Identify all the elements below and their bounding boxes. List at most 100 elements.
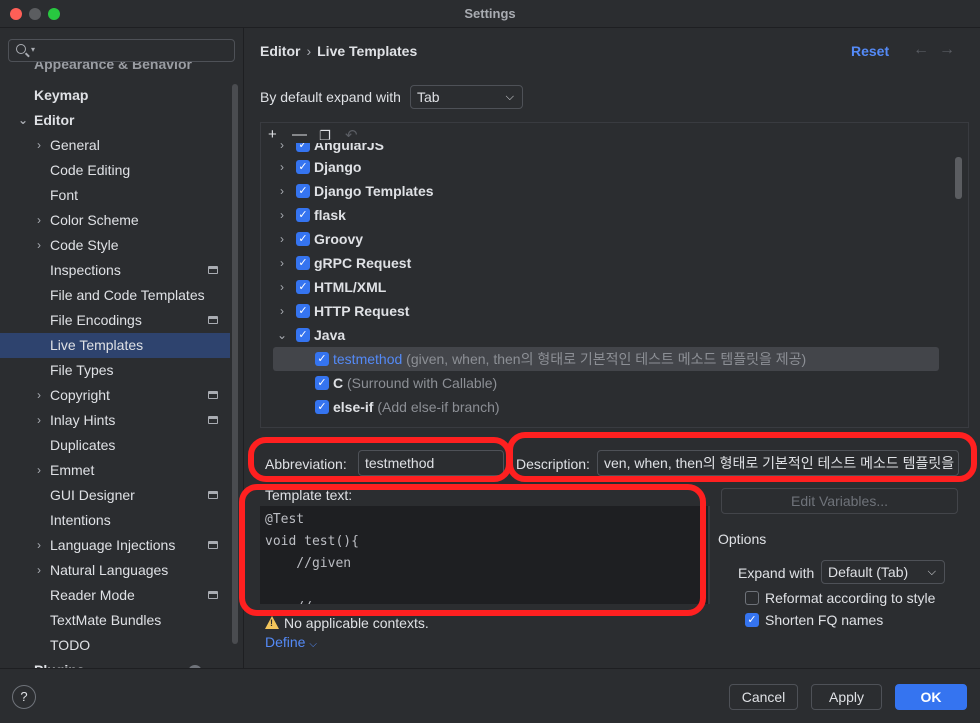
live-templates-panel: Editor › Live Templates Reset ←→ By defaul… (239, 28, 980, 668)
remove-icon[interactable]: — (292, 126, 307, 143)
sidebar-item-label: Editor (34, 112, 75, 128)
sidebar-item-todo[interactable]: TODO (0, 633, 230, 658)
sidebar-item-keymap[interactable]: Keymap (0, 83, 230, 108)
template-group-django-templates[interactable]: › ✓ Django Templates (261, 179, 941, 203)
sidebar-item-live-templates[interactable]: Live Templates (0, 333, 230, 358)
sidebar-scrollbar[interactable] (232, 84, 238, 644)
sidebar-item-label: Color Scheme (50, 212, 139, 228)
chevron-right-icon[interactable]: › (275, 299, 289, 323)
apply-button[interactable]: Apply (811, 684, 882, 710)
template-group-checkbox[interactable]: ✓ (296, 160, 310, 174)
chevron-right-icon[interactable]: › (32, 408, 46, 433)
template-group-grpc-request[interactable]: › ✓ gRPC Request (261, 251, 941, 275)
define-context-link[interactable]: Define ⌵ (265, 634, 317, 650)
template-item-testmethod[interactable]: ✓ testmethod (given, when, then의 형태로 기본적인… (273, 347, 939, 371)
settings-search-input[interactable]: ▾ (8, 39, 235, 62)
reformat-checkbox[interactable] (745, 591, 759, 605)
sidebar-item-intentions[interactable]: Intentions (0, 508, 230, 533)
search-options-icon[interactable]: ▾ (31, 45, 35, 54)
template-item-checkbox[interactable]: ✓ (315, 376, 329, 390)
sidebar-item-file-and-code-templates[interactable]: File and Code Templates (0, 283, 230, 308)
template-group-checkbox[interactable]: ✓ (296, 184, 310, 198)
template-abbreviation: testmethod (333, 351, 403, 367)
chevron-right-icon[interactable]: › (275, 251, 289, 275)
sidebar-item-editor[interactable]: ⌄ Editor (0, 108, 230, 133)
template-group-checkbox[interactable]: ✓ (296, 328, 310, 342)
sidebar-item-color-scheme[interactable]: › Color Scheme (0, 208, 230, 233)
chevron-right-icon[interactable]: › (275, 179, 289, 203)
chevron-right-icon[interactable]: › (32, 208, 46, 233)
editor-scrollbar[interactable] (708, 506, 710, 604)
restore-icon[interactable]: ↶ (345, 126, 358, 144)
help-button[interactable]: ? (12, 685, 36, 709)
edit-variables-button[interactable]: Edit Variables... (721, 488, 958, 514)
template-group-checkbox[interactable]: ✓ (296, 232, 310, 246)
chevron-right-icon[interactable]: › (32, 383, 46, 408)
template-item-c[interactable]: ✓ C (Surround with Callable) (261, 371, 941, 395)
template-group-html-xml[interactable]: › ✓ HTML/XML (261, 275, 941, 299)
chevron-right-icon[interactable]: › (275, 155, 289, 179)
template-group-checkbox[interactable]: ✓ (296, 280, 310, 294)
copy-icon[interactable]: ❐ (319, 128, 331, 144)
template-group-flask[interactable]: › ✓ flask (261, 203, 941, 227)
templates-scrollbar[interactable] (955, 157, 962, 199)
template-group-checkbox[interactable]: ✓ (296, 143, 310, 152)
template-group-checkbox[interactable]: ✓ (296, 208, 310, 222)
sidebar-item-duplicates[interactable]: Duplicates (0, 433, 230, 458)
template-group-checkbox[interactable]: ✓ (296, 256, 310, 270)
chevron-right-icon[interactable]: › (32, 133, 46, 158)
ok-button[interactable]: OK (895, 684, 967, 710)
sidebar-item-reader-mode[interactable]: Reader Mode (0, 583, 230, 608)
template-abbreviation: C (333, 375, 344, 391)
cancel-button[interactable]: Cancel (729, 684, 798, 710)
template-item-checkbox[interactable]: ✓ (315, 400, 329, 414)
sidebar-item-appearance-behavior[interactable]: Appearance & Behavior (0, 62, 230, 76)
expand-default-select[interactable]: Tab ⌵ (410, 85, 523, 109)
sidebar-item-natural-languages[interactable]: › Natural Languages (0, 558, 230, 583)
back-arrow-icon[interactable]: ← (913, 41, 939, 58)
template-item-else-if[interactable]: ✓ else-if (Add else-if branch) (261, 395, 941, 419)
template-group-name: flask (314, 207, 346, 223)
chevron-right-icon[interactable]: › (275, 275, 289, 299)
template-group-http-request[interactable]: › ✓ HTTP Request (261, 299, 941, 323)
sidebar-item-emmet[interactable]: › Emmet (0, 458, 230, 483)
sidebar-item-code-editing[interactable]: Code Editing (0, 158, 230, 183)
sidebar-item-inlay-hints[interactable]: › Inlay Hints (0, 408, 230, 433)
sidebar-item-textmate-bundles[interactable]: TextMate Bundles (0, 608, 230, 633)
project-scope-icon (208, 491, 218, 499)
add-icon[interactable]: + (268, 126, 277, 143)
sidebar-item-general[interactable]: › General (0, 133, 230, 158)
expand-default-value: Tab (417, 89, 440, 105)
chevron-down-icon[interactable]: ⌄ (16, 108, 30, 133)
sidebar-item-language-injections[interactable]: › Language Injections (0, 533, 230, 558)
reset-button[interactable]: Reset (851, 43, 889, 59)
sidebar-item-gui-designer[interactable]: GUI Designer (0, 483, 230, 508)
shorten-fq-checkbox[interactable]: ✓ (745, 613, 759, 627)
template-group-groovy[interactable]: › ✓ Groovy (261, 227, 941, 251)
chevron-right-icon[interactable]: › (32, 458, 46, 483)
template-group-java[interactable]: ⌄ ✓ Java (261, 323, 941, 347)
template-group-django[interactable]: › ✓ Django (261, 155, 941, 179)
sidebar-item-copyright[interactable]: › Copyright (0, 383, 230, 408)
chevron-right-icon[interactable]: › (32, 233, 46, 258)
forward-arrow-icon[interactable]: → (939, 41, 965, 58)
sidebar-item-code-style[interactable]: › Code Style (0, 233, 230, 258)
define-label: Define (265, 634, 306, 650)
project-scope-icon (208, 316, 218, 324)
chevron-right-icon[interactable]: › (275, 227, 289, 251)
sidebar-item-file-encodings[interactable]: File Encodings (0, 308, 230, 333)
breadcrumb-parent[interactable]: Editor (260, 43, 300, 59)
sidebar-item-label: TextMate Bundles (50, 612, 162, 628)
chevron-down-icon[interactable]: ⌄ (275, 323, 289, 347)
chevron-right-icon[interactable]: › (275, 143, 289, 151)
expand-with-select[interactable]: Default (Tab) ⌵ (821, 560, 945, 584)
sidebar-item-label: Inspections (50, 262, 121, 278)
sidebar-item-font[interactable]: Font (0, 183, 230, 208)
chevron-right-icon[interactable]: › (32, 533, 46, 558)
template-group-checkbox[interactable]: ✓ (296, 304, 310, 318)
chevron-right-icon[interactable]: › (32, 558, 46, 583)
chevron-right-icon[interactable]: › (275, 203, 289, 227)
sidebar-item-inspections[interactable]: Inspections (0, 258, 230, 283)
sidebar-item-file-types[interactable]: File Types (0, 358, 230, 383)
template-item-checkbox[interactable]: ✓ (315, 352, 329, 366)
